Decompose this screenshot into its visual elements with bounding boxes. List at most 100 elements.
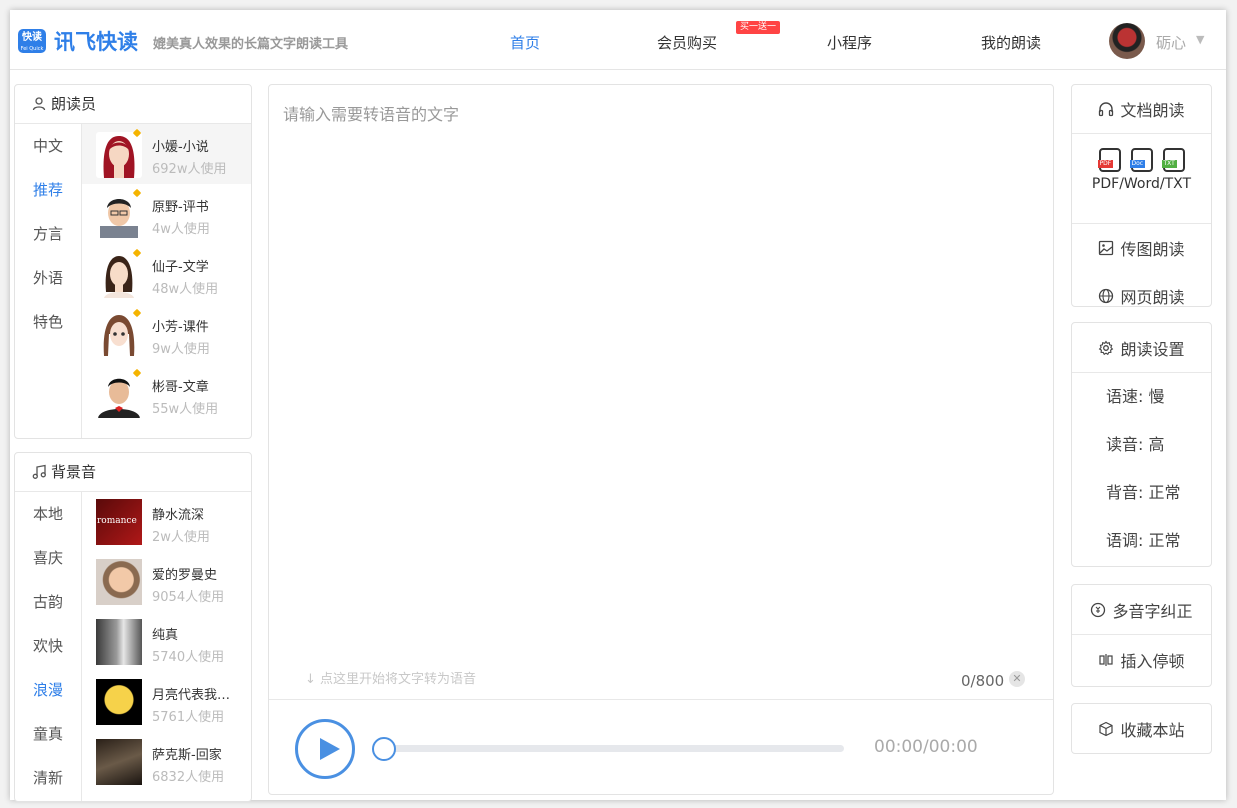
reader-portrait xyxy=(96,312,142,358)
music-usage: 5761人使用 xyxy=(152,710,225,725)
logo-icon[interactable]: 快读 Fei Quick xyxy=(18,29,46,53)
setting-tone[interactable]: 语调: 正常 xyxy=(1072,517,1211,565)
pdf-file-icon: PDF xyxy=(1097,148,1121,172)
insert-pause-button[interactable]: 插入停顿 xyxy=(1072,635,1211,685)
top-header: 快读 Fei Quick 讯飞快读 媲美真人效果的长篇文字朗读工具 首页 会员购… xyxy=(10,10,1226,70)
music-usage: 5740人使用 xyxy=(152,650,225,665)
music-item[interactable]: 爱的罗曼史 9054人使用 xyxy=(82,552,251,612)
readers-panel: 朗读员 中文 推荐 方言 外语 特色 小媛-小说 692w人使用 原野-评书 4… xyxy=(14,84,252,439)
time-display: 00:00/00:00 xyxy=(874,737,978,757)
music-name: 萨克斯-回家 xyxy=(152,748,222,763)
music-usage: 9054人使用 xyxy=(152,590,225,605)
favorite-site-button[interactable]: 收藏本站 xyxy=(1072,704,1211,753)
txt-file-label: TXT xyxy=(1161,160,1177,168)
readers-panel-header: 朗读员 xyxy=(15,85,251,124)
reader-item[interactable]: 小媛-小说 692w人使用 xyxy=(82,124,251,184)
web-read-button[interactable]: 网页朗读 xyxy=(1072,272,1211,307)
music-item[interactable]: 月亮代表我… 5761人使用 xyxy=(82,672,251,732)
logo-text[interactable]: 讯飞快读 xyxy=(54,26,138,56)
reader-name: 小媛-小说 xyxy=(152,140,209,155)
chevron-down-icon[interactable]: ▼ xyxy=(1196,33,1204,46)
clear-icon[interactable]: ✕ xyxy=(1009,671,1025,687)
text-editor-panel: 请输入需要转语音的文字 ↓ 点这里开始将文字转为语音 0/800 ✕ 00:00… xyxy=(268,84,1054,795)
reader-item[interactable]: 小芳-课件 9w人使用 xyxy=(82,304,251,364)
polyphone-correction-button[interactable]: 多音字纠正 xyxy=(1072,585,1211,635)
reader-list: 小媛-小说 692w人使用 原野-评书 4w人使用 仙子-文学 48w人使用 小… xyxy=(82,124,251,438)
music-panel-header: 背景音 xyxy=(15,453,251,492)
music-cover: romance xyxy=(96,499,142,545)
nav-my-readings[interactable]: 我的朗读 xyxy=(981,32,1041,53)
music-usage: 2w人使用 xyxy=(152,530,210,545)
reader-item[interactable]: 仙子-文学 48w人使用 xyxy=(82,244,251,304)
doc-read-button[interactable]: 文档朗读 xyxy=(1072,85,1211,134)
promo-badge: 买一送一 xyxy=(736,21,781,34)
music-cover xyxy=(96,619,142,665)
text-tools-panel: 多音字纠正 插入停顿 xyxy=(1071,584,1212,687)
polyphone-icon xyxy=(1091,602,1106,617)
music-category-childlike[interactable]: 童真 xyxy=(15,712,81,756)
settings-title: 朗读设置 xyxy=(1120,339,1185,359)
reader-name: 小芳-课件 xyxy=(152,320,209,335)
app-window: 快读 Fei Quick 讯飞快读 媲美真人效果的长篇文字朗读工具 首页 会员购… xyxy=(10,10,1226,802)
word-file-label: Doc xyxy=(1129,160,1146,168)
text-input-area[interactable]: 请输入需要转语音的文字 xyxy=(283,101,459,125)
music-category-festive[interactable]: 喜庆 xyxy=(15,536,81,580)
music-category-romantic[interactable]: 浪漫 xyxy=(15,668,81,712)
reader-category-chinese[interactable]: 中文 xyxy=(15,124,81,168)
reader-category-dialect[interactable]: 方言 xyxy=(15,212,81,256)
nav-miniprogram[interactable]: 小程序 xyxy=(827,32,872,53)
reader-usage: 55w人使用 xyxy=(152,402,219,417)
reader-item[interactable]: 彬哥-文章 55w人使用 xyxy=(82,364,251,424)
music-category-local[interactable]: 本地 xyxy=(15,492,81,536)
word-file-icon: Doc xyxy=(1129,148,1153,172)
file-type-group[interactable]: PDF Doc TXT PDF/Word/TXT xyxy=(1072,148,1211,224)
nav-home[interactable]: 首页 xyxy=(510,32,540,53)
music-list: romance 静水流深 2w人使用 爱的罗曼史 9054人使用 纯真 5740… xyxy=(82,492,251,801)
background-music-panel: 背景音 本地 喜庆 古韵 欢快 浪漫 童真 清新 romance 静水流深 2w… xyxy=(14,452,252,802)
convert-hint[interactable]: ↓ 点这里开始将文字转为语音 xyxy=(305,668,476,687)
reader-portrait xyxy=(96,132,142,178)
music-name: 静水流深 xyxy=(152,508,205,523)
reader-name: 仙子-文学 xyxy=(152,260,209,275)
setting-background-volume[interactable]: 背音: 正常 xyxy=(1072,469,1211,517)
music-name: 爱的罗曼史 xyxy=(152,568,218,583)
reader-item[interactable]: 原野-评书 4w人使用 xyxy=(82,184,251,244)
music-name: 月亮代表我… xyxy=(152,688,231,703)
logo-badge-text: 快读 xyxy=(22,32,42,43)
file-types-caption: PDF/Word/TXT xyxy=(1091,176,1192,192)
pdf-file-label: PDF xyxy=(1097,160,1114,168)
music-category-fresh[interactable]: 清新 xyxy=(15,756,81,800)
music-usage: 6832人使用 xyxy=(152,770,225,785)
nav-membership[interactable]: 会员购买 xyxy=(657,32,717,53)
music-item[interactable]: romance 静水流深 2w人使用 xyxy=(82,492,251,552)
music-item[interactable]: 萨克斯-回家 6832人使用 xyxy=(82,732,251,792)
web-read-label: 网页朗读 xyxy=(1120,288,1185,307)
music-cover xyxy=(96,679,142,725)
music-category-list: 本地 喜庆 古韵 欢快 浪漫 童真 清新 xyxy=(15,492,82,801)
headphones-icon xyxy=(1099,102,1114,117)
reader-usage: 9w人使用 xyxy=(152,342,210,357)
globe-icon xyxy=(1099,288,1114,304)
music-category-cheerful[interactable]: 欢快 xyxy=(15,624,81,668)
arrow-down-icon: ↓ xyxy=(305,672,316,687)
settings-header[interactable]: 朗读设置 xyxy=(1072,323,1211,373)
music-category-classical[interactable]: 古韵 xyxy=(15,580,81,624)
image-read-label: 传图朗读 xyxy=(1120,240,1185,259)
music-name: 纯真 xyxy=(152,628,179,643)
setting-pitch[interactable]: 读音: 高 xyxy=(1072,421,1211,469)
music-cover-text: romance xyxy=(97,516,137,526)
reader-category-foreign[interactable]: 外语 xyxy=(15,256,81,300)
setting-speed[interactable]: 语速: 慢 xyxy=(1072,373,1211,421)
progress-handle[interactable] xyxy=(372,737,396,761)
image-read-button[interactable]: 传图朗读 xyxy=(1072,224,1211,272)
reader-name: 原野-评书 xyxy=(152,200,209,215)
play-button[interactable] xyxy=(295,719,355,779)
avatar[interactable] xyxy=(1109,23,1145,59)
pause-insert-icon xyxy=(1099,654,1114,666)
progress-track[interactable] xyxy=(384,745,844,752)
username[interactable]: 砺心 xyxy=(1156,32,1186,53)
reader-category-recommended[interactable]: 推荐 xyxy=(15,168,81,212)
music-item[interactable]: 纯真 5740人使用 xyxy=(82,612,251,672)
doc-read-label: 文档朗读 xyxy=(1120,101,1185,120)
reader-category-special[interactable]: 特色 xyxy=(15,300,81,344)
